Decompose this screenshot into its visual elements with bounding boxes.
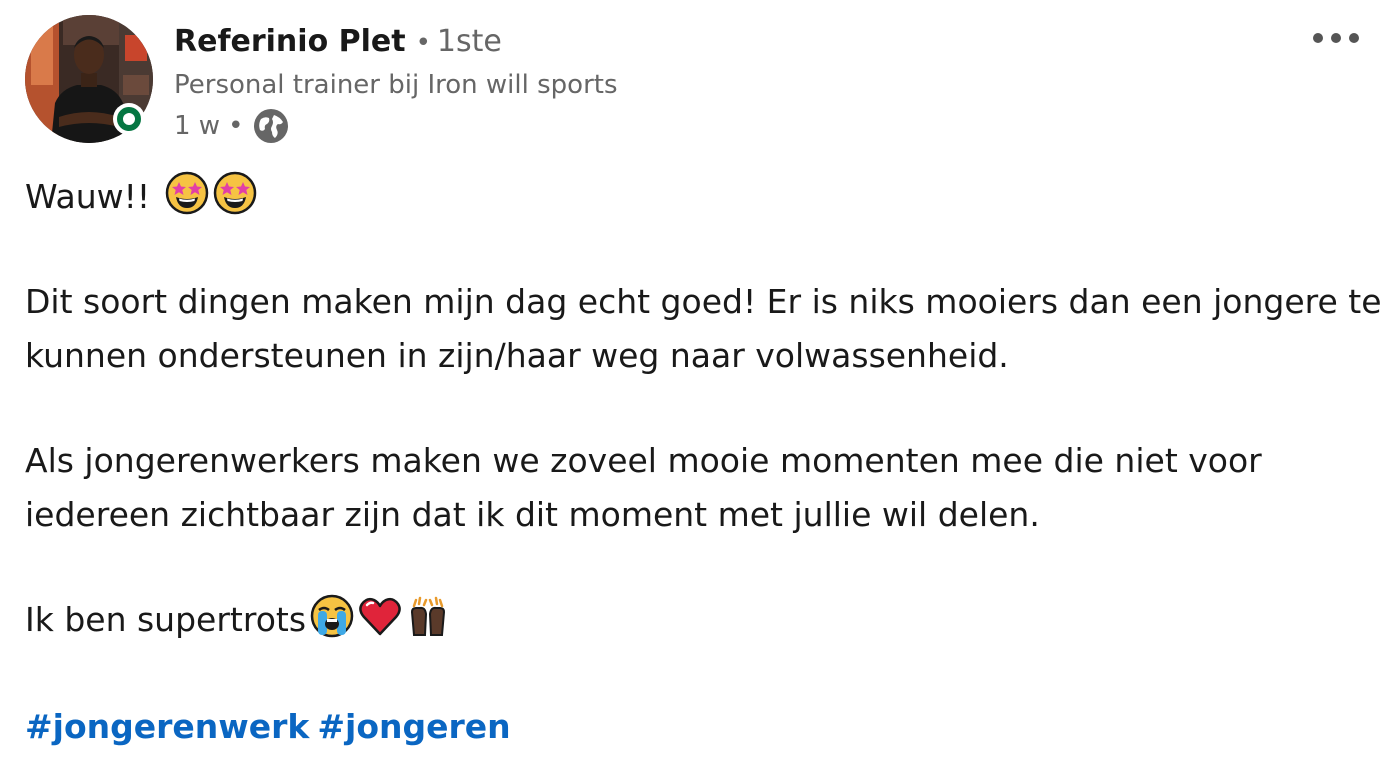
post-meta: 1 w • [174,108,618,144]
post-paragraph-3: Als jongerenwerkers maken we zoveel mooi… [25,441,1262,534]
post-time: 1 w [174,111,221,141]
author-headline[interactable]: Personal trainer bij Iron will sports [174,67,618,103]
separator-dot: • [228,111,244,141]
more-horizontal-icon-dot [1331,33,1341,43]
more-horizontal-icon-dot [1349,33,1359,43]
separator-dot: • [415,28,431,58]
hashtag-link[interactable]: #jongerenwerk [25,707,309,746]
post-paragraph-4: Ik ben supertrots [25,593,1385,647]
connection-degree: 1ste [436,24,502,59]
author-name[interactable]: Referinio Plet [174,24,406,59]
raising-hands-icon [406,594,450,638]
red-heart-icon [358,594,402,638]
star-struck-icon [165,171,209,215]
hashtag-line: #jongerenwerk #jongeren [25,700,519,754]
globe-icon [253,108,289,144]
online-status-icon [117,107,141,131]
star-struck-icon [213,171,257,215]
more-horizontal-icon-dot [1313,33,1323,43]
feed-post: Referinio Plet • 1ste Personal trainer bij… [0,0,1398,764]
author-name-line: Referinio Plet • 1ste [174,22,618,62]
post-text-line-1: Wauw!! [25,177,151,216]
post-header: Referinio Plet • 1ste Personal trainer bij… [174,22,618,144]
post-text-supertrots: Ik ben supertrots [25,600,307,639]
more-options-button[interactable] [1300,22,1372,54]
post-paragraph-1: Wauw!! [25,170,1385,224]
hashtag-link[interactable]: #jongeren [317,707,510,746]
loudly-crying-face-icon [310,594,354,638]
avatar-container [25,15,153,143]
post-paragraph-2: Dit soort dingen maken mijn dag echt goe… [25,282,1382,375]
post-content: Wauw!! Dit soort dingen maken mijn dag e… [25,170,1385,647]
